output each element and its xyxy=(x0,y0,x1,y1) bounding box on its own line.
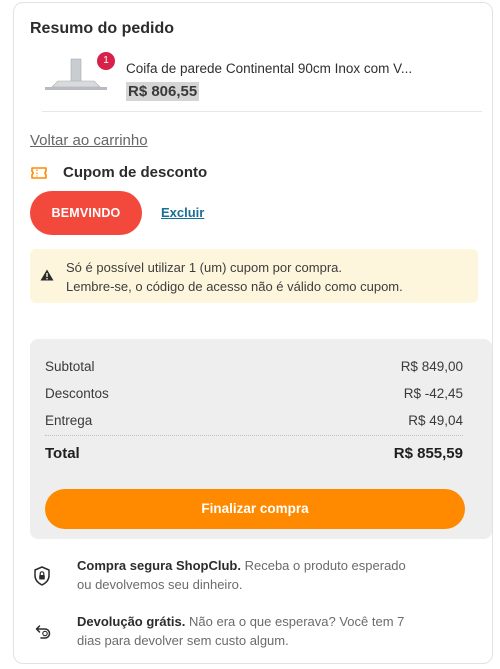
coupon-notice-line-2: Lembre-se, o código de acesso não é váli… xyxy=(66,279,403,294)
subtotal-value: R$ 849,00 xyxy=(400,359,463,374)
benefit-return-line-2: dias para devolver sem custo algum. xyxy=(77,633,289,648)
quantity-badge: 1 xyxy=(97,52,115,70)
subtotal-row: Subtotal R$ 849,00 xyxy=(45,359,463,374)
total-value: R$ 855,59 xyxy=(393,445,463,462)
product-item: 1 Coifa de parede Continental 90cm Inox … xyxy=(42,45,482,112)
discount-value: R$ -42,45 xyxy=(403,386,463,401)
coupon-notice-text: Só é possível utilizar 1 (um) cupom por … xyxy=(66,258,403,296)
return-icon xyxy=(35,625,51,639)
shipping-label: Entrega xyxy=(45,413,93,428)
order-summary-card: Resumo do pedido 1 Coifa de parede Conti… xyxy=(13,2,493,664)
benefit-secure-line-1: Receba o produto esperado xyxy=(244,558,406,573)
benefit-secure-text: Compra segura ShopClub. Receba o produto… xyxy=(77,556,467,594)
benefit-return-title: Devolução grátis. xyxy=(77,614,186,629)
back-to-cart-link[interactable]: Voltar ao carrinho xyxy=(30,132,148,149)
benefit-secure-line-2: ou devolvemos seu dinheiro. xyxy=(77,577,243,592)
shield-lock-icon xyxy=(34,566,50,586)
discount-row: Descontos R$ -42,45 xyxy=(45,386,463,401)
subtotal-label: Subtotal xyxy=(45,359,95,374)
warning-icon xyxy=(40,269,54,281)
benefit-return-line-1: Não era o que esperava? Você tem 7 xyxy=(189,614,405,629)
benefit-return-text: Devolução grátis. Não era o que esperava… xyxy=(77,612,467,650)
coupon-notice: Só é possível utilizar 1 (um) cupom por … xyxy=(30,249,478,303)
applied-coupon-chip: BEMVINDO xyxy=(30,191,142,235)
ticket-icon xyxy=(31,167,47,179)
total-row: Total R$ 855,59 xyxy=(45,445,463,462)
checkout-button[interactable]: Finalizar compra xyxy=(45,489,465,529)
shipping-value: R$ 49,04 xyxy=(408,413,463,428)
coupon-section-title: Cupom de desconto xyxy=(63,164,208,181)
product-name: Coifa de parede Continental 90cm Inox co… xyxy=(126,61,413,76)
total-divider xyxy=(45,435,463,436)
product-price: R$ 806,55 xyxy=(126,82,200,101)
order-summary-title: Resumo do pedido xyxy=(30,20,174,37)
totals-panel: Subtotal R$ 849,00 Descontos R$ -42,45 E… xyxy=(30,339,492,539)
shipping-row: Entrega R$ 49,04 xyxy=(45,413,463,428)
benefit-secure-title: Compra segura ShopClub. xyxy=(77,558,241,573)
total-label: Total xyxy=(45,445,80,462)
remove-coupon-link[interactable]: Excluir xyxy=(161,205,204,220)
discount-label: Descontos xyxy=(45,386,109,401)
coupon-notice-line-1: Só é possível utilizar 1 (um) cupom por … xyxy=(66,260,342,275)
